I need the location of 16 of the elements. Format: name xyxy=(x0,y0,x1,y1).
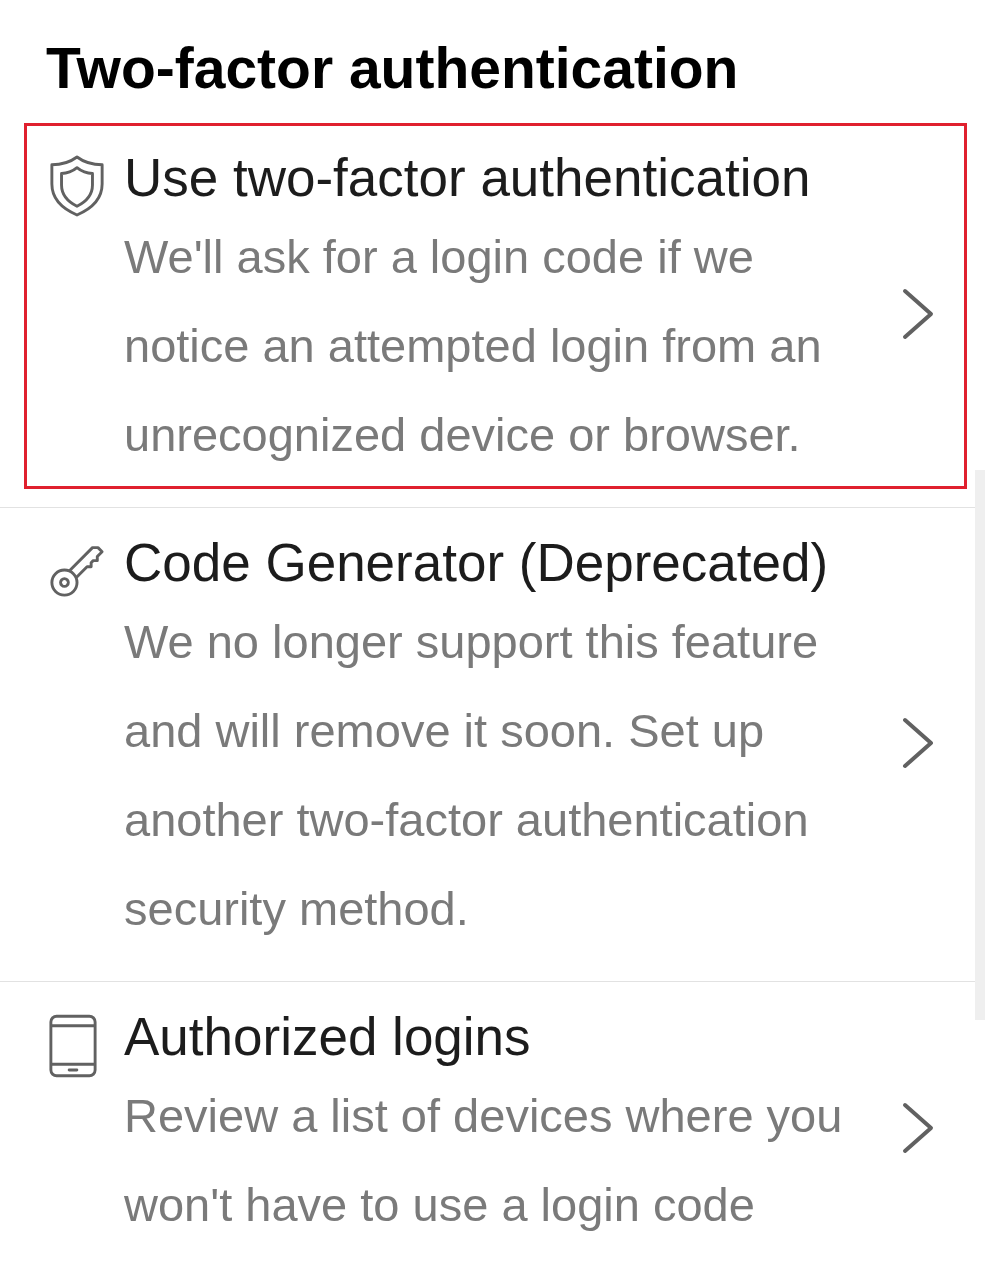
phone-icon xyxy=(48,1013,98,1079)
item-description: Review a list of devices where you won't have to use a login code xyxy=(124,1088,844,1233)
item-description: We'll ask for a login code if we notice an attempted login from an unrecognized device or browser. xyxy=(124,229,823,463)
item-title: Authorized logins xyxy=(124,1007,531,1067)
item-description: We no longer support this feature and will remove it soon. Set up another two-factor authentication security method. xyxy=(124,614,820,937)
item-title: Use two-factor authentication xyxy=(124,148,811,208)
chevron-right-icon xyxy=(902,717,934,769)
page-title: Two-factor authentication xyxy=(46,38,739,98)
chevron-right-icon xyxy=(902,1102,934,1154)
settings-item[interactable]: Authorized logins Review a list of devices where you won't have to use a login code xyxy=(24,982,967,1259)
settings-item[interactable]: Use two-factor authentication We'll ask for a login code if we notice an attempted login from an unrecognized device or browser. xyxy=(24,123,967,489)
shield-icon xyxy=(48,154,106,218)
item-title: Code Generator (Deprecated) xyxy=(124,533,829,593)
scrollbar[interactable] xyxy=(975,470,985,1020)
settings-item[interactable]: Code Generator (Deprecated) We no longer support this feature and will remove it soon. Set up another two-factor authentication security method. xyxy=(24,508,967,963)
chevron-right-icon xyxy=(902,287,934,340)
